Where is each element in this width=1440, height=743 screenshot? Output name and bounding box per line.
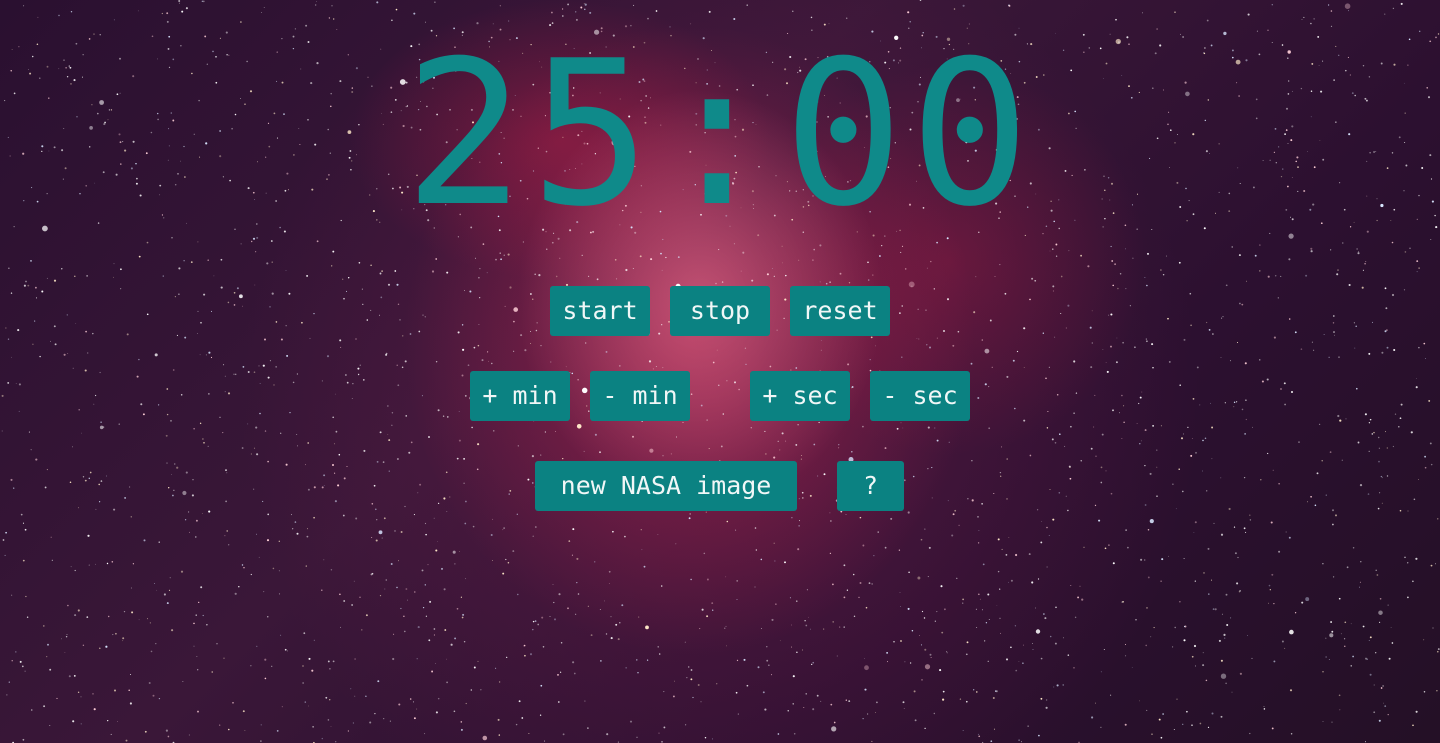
- new-nasa-image-button[interactable]: new NASA image: [535, 461, 797, 511]
- add-minute-button[interactable]: + min: [470, 371, 570, 421]
- subtract-second-button[interactable]: - sec: [870, 371, 970, 421]
- start-button[interactable]: start: [550, 286, 650, 336]
- subtract-minute-button[interactable]: - min: [590, 371, 690, 421]
- timer-display: 25:00: [403, 18, 1037, 251]
- reset-button[interactable]: reset: [790, 286, 890, 336]
- stop-button[interactable]: stop: [670, 286, 770, 336]
- help-button[interactable]: ?: [837, 461, 904, 511]
- add-second-button[interactable]: + sec: [750, 371, 850, 421]
